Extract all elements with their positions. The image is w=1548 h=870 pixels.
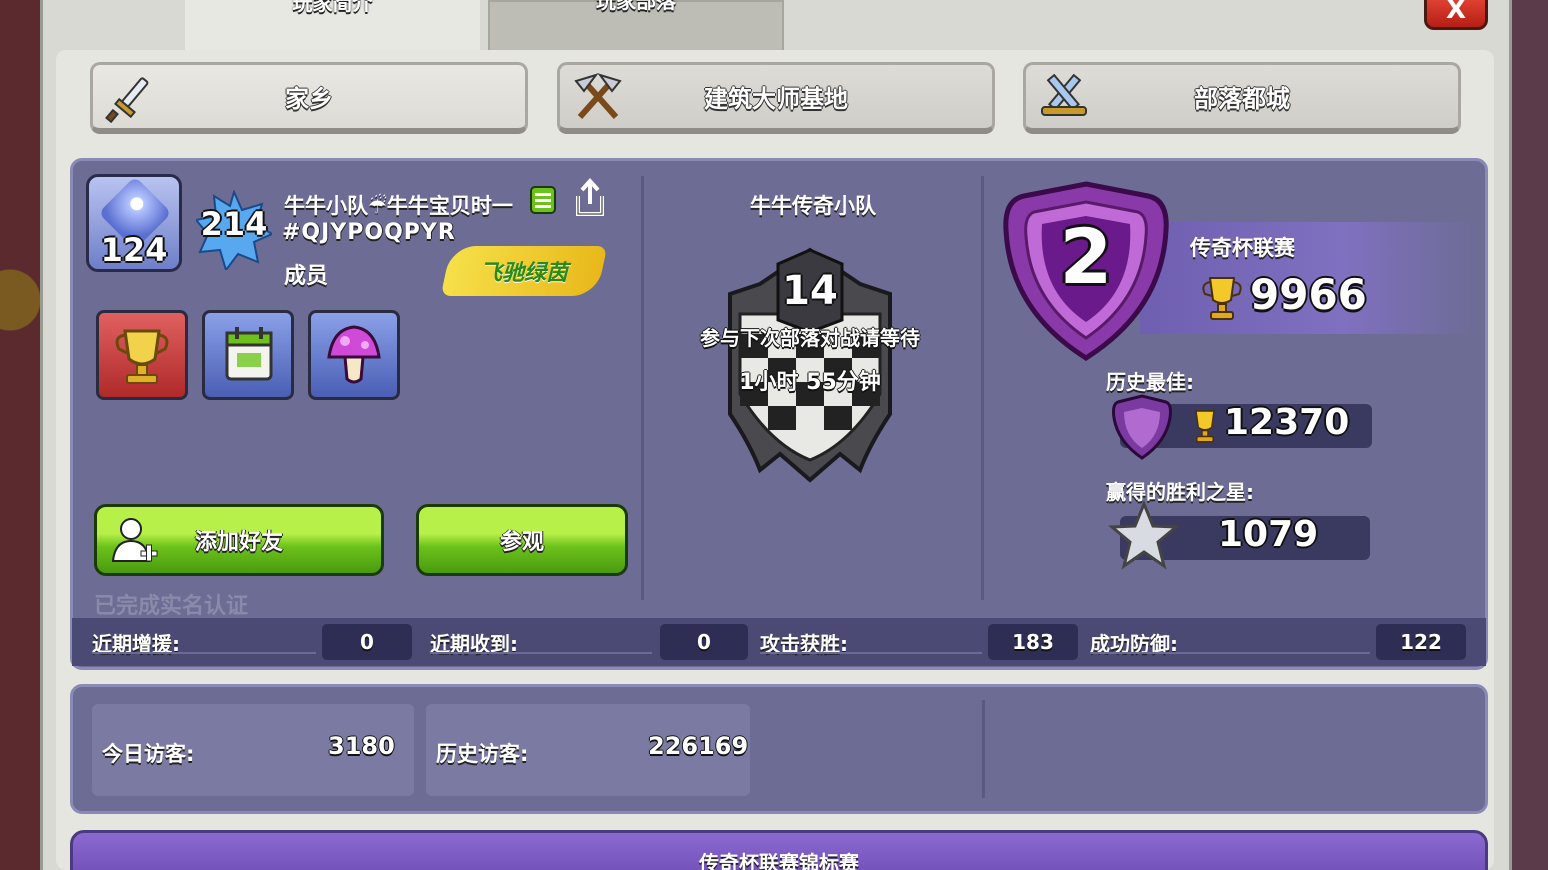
war-stars-value: 1079 — [1218, 514, 1319, 555]
player-label-badge-text: 飞驰绿茵 — [479, 261, 568, 286]
village-tab-home-label: 家乡 — [285, 85, 333, 113]
tab-player-clan-label: 玩家部落 — [596, 0, 676, 13]
divider — [641, 176, 644, 600]
add-friend-button[interactable]: 添加好友 — [94, 504, 384, 576]
tab-player-intro-label: 玩家简介 — [292, 0, 373, 15]
today-visitors-label: 今日访客: — [102, 742, 195, 766]
sword-icon — [105, 77, 149, 123]
visit-label: 参观 — [499, 530, 544, 555]
add-user-icon — [111, 518, 158, 562]
xp-level-value: 124 — [100, 231, 168, 269]
divider — [982, 700, 985, 798]
divider — [981, 176, 984, 600]
town-level-value: 214 — [200, 205, 268, 243]
share-icon[interactable] — [572, 178, 608, 218]
achievement-trophy[interactable] — [96, 310, 188, 400]
best-trophies-label: 历史最佳: — [1106, 370, 1194, 394]
village-tab-clan-capital-label: 部落都城 — [1194, 85, 1290, 113]
legend-tournament-banner[interactable]: 传奇杯联赛锦标赛 — [70, 830, 1488, 870]
calendar-icon — [225, 327, 273, 381]
village-tab-clan-capital[interactable]: 部落都城 — [1023, 62, 1461, 134]
league-name: 传奇杯联赛 — [1190, 236, 1295, 260]
mushroom-icon — [327, 325, 381, 384]
verified-text: 已完成实名认证 — [94, 594, 249, 619]
trophy-icon — [1195, 410, 1215, 443]
war-countdown: 1小时 55分钟 — [739, 370, 881, 395]
achievement-mushroom[interactable] — [308, 310, 400, 400]
tab-player-intro[interactable]: 玩家简介 — [185, 0, 480, 52]
visit-button[interactable]: 参观 — [416, 504, 628, 576]
village-tab-home[interactable]: 家乡 — [90, 62, 528, 134]
stat-troops-received-value: 0 — [660, 624, 748, 660]
stat-defense-wins-value: 122 — [1376, 624, 1466, 660]
divider — [760, 652, 982, 654]
tab-player-clan[interactable]: 玩家部落 — [488, 0, 784, 52]
list-icon[interactable] — [530, 186, 556, 214]
village-tab-builder-base-label: 建筑大师基地 — [704, 85, 848, 113]
today-visitors-value: 3180 — [328, 732, 395, 760]
divider — [92, 652, 316, 654]
player-label-badge: 飞驰绿茵 — [440, 246, 608, 296]
crossed-hammers-icon — [574, 73, 622, 119]
divider — [1090, 652, 1370, 654]
stat-troops-donated-value: 0 — [322, 624, 412, 660]
war-star-icon — [1108, 500, 1180, 570]
best-trophies-value: 12370 — [1224, 402, 1350, 443]
legend-tournament-label: 传奇杯联赛锦标赛 — [699, 851, 859, 870]
total-visitors-label: 历史访客: — [436, 742, 529, 766]
total-visitors-value: 226169 — [648, 732, 749, 760]
stat-attack-wins-value: 183 — [988, 624, 1078, 660]
add-friend-label: 添加好友 — [194, 530, 283, 555]
trophy-icon — [1202, 277, 1242, 320]
crossed-swords-icon — [1041, 73, 1087, 116]
legend-league-shield-icon — [1112, 394, 1172, 460]
clan-level-value: 14 — [782, 268, 838, 314]
league-rank-value: 2 — [1059, 212, 1113, 301]
village-tab-builder-base[interactable]: 建筑大师基地 — [557, 62, 995, 134]
player-tag: #QJYPOQPYR — [282, 220, 456, 245]
close-button[interactable]: X — [1424, 0, 1488, 30]
current-trophies: 9966 — [1250, 270, 1367, 319]
player-name: 牛牛小队☔牛牛宝贝时一 — [284, 194, 513, 218]
player-role: 成员 — [284, 264, 329, 289]
war-status-text: 参与下次部落对战请等待 — [700, 326, 920, 350]
close-icon: X — [1445, 0, 1467, 25]
trophy-icon — [115, 329, 169, 384]
achievement-calendar[interactable] — [202, 310, 294, 400]
divider — [430, 652, 652, 654]
xp-level-badge[interactable]: 124 — [86, 174, 182, 272]
clan-name[interactable]: 牛牛传奇小队 — [644, 190, 982, 220]
